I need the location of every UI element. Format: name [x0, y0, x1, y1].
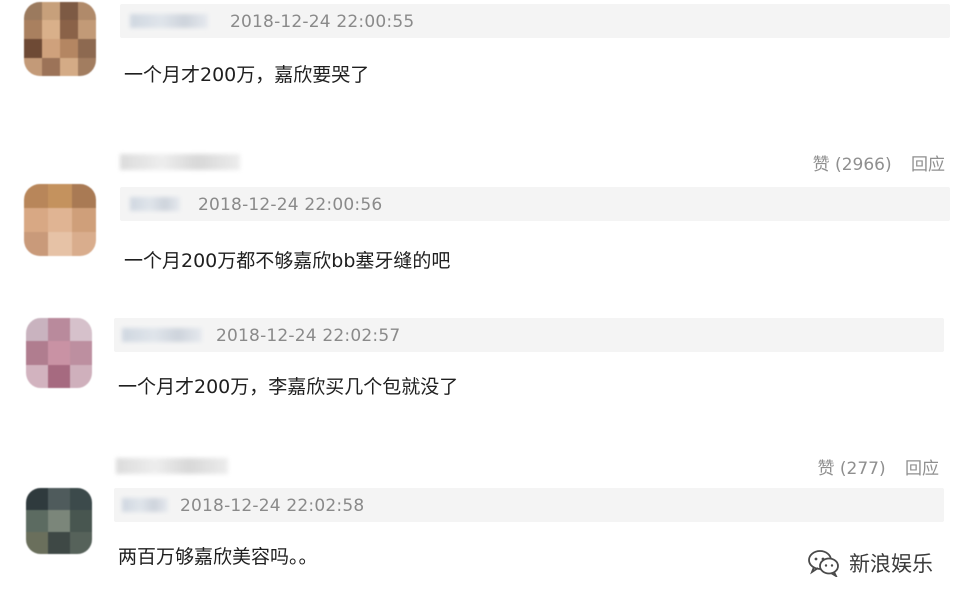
wechat-icon [808, 550, 839, 577]
avatar[interactable] [26, 488, 92, 554]
comment-text: 一个月才200万，嘉欣要哭了 [124, 64, 370, 86]
username-blurred[interactable] [130, 14, 208, 28]
username-blurred[interactable] [130, 197, 180, 211]
reply-user-blurred [120, 154, 240, 170]
comment-text: 一个月200万都不够嘉欣bb塞牙缝的吧 [124, 250, 451, 272]
comment-text: 一个月才200万，李嘉欣买几个包就没了 [118, 376, 459, 398]
comment-text: 两百万够嘉欣美容吗。。 [118, 546, 318, 568]
comment-meta-bar: 2018-12-24 22:00:56 [120, 187, 950, 221]
comment-timestamp: 2018-12-24 22:00:56 [198, 195, 383, 215]
like-button[interactable]: 赞 (277) [817, 459, 885, 479]
source-watermark: 新浪娱乐 [807, 548, 933, 578]
comment-meta-bar: 2018-12-24 22:02:58 [114, 488, 944, 522]
comment-timestamp: 2018-12-24 22:02:57 [216, 326, 401, 346]
username-blurred[interactable] [122, 328, 202, 342]
avatar[interactable] [26, 318, 92, 388]
comment-actions-row: 赞 (277) 回应 [0, 452, 963, 482]
comment-timestamp: 2018-12-24 22:02:58 [180, 496, 365, 516]
reply-button[interactable]: 回应 [911, 155, 945, 175]
comment-actions: 赞 (2966) 回应 [799, 150, 945, 175]
comment-timestamp: 2018-12-24 22:00:55 [230, 12, 415, 32]
reply-button[interactable]: 回应 [905, 459, 939, 479]
comment-actions-row: 赞 (2966) 回应 [0, 148, 963, 178]
like-button[interactable]: 赞 (2966) [813, 155, 892, 175]
comment-actions: 赞 (277) 回应 [803, 454, 939, 479]
comment-meta-bar: 2018-12-24 22:00:55 [120, 4, 950, 38]
avatar[interactable] [24, 2, 96, 76]
username-blurred[interactable] [122, 498, 168, 512]
reply-user-blurred [116, 458, 228, 474]
watermark-text: 新浪娱乐 [849, 552, 933, 576]
avatar[interactable] [24, 184, 96, 256]
comment-meta-bar: 2018-12-24 22:02:57 [114, 318, 944, 352]
